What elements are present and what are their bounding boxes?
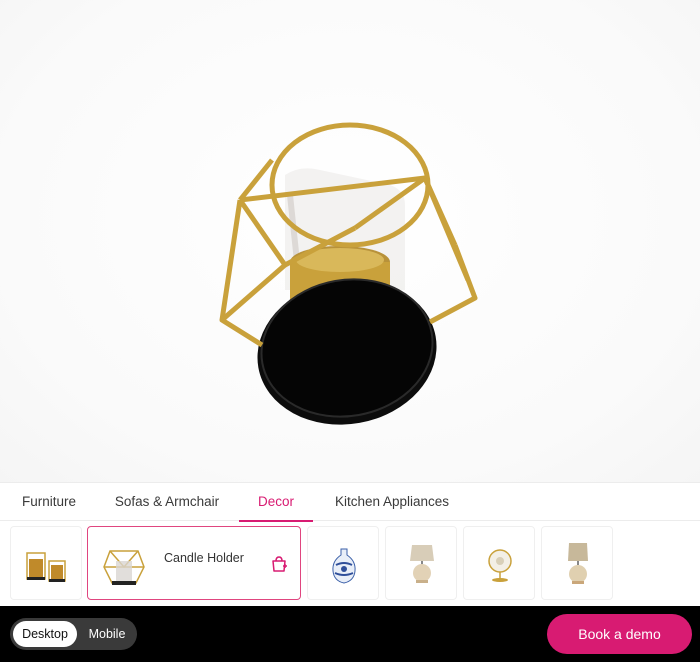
tab-sofas-armchair[interactable]: Sofas & Armchair — [114, 483, 220, 521]
product-card-candle-set[interactable] — [10, 526, 82, 600]
tab-furniture[interactable]: Furniture — [22, 483, 76, 521]
product-list: Candle Holder — [0, 525, 700, 603]
table-lamp-icon — [410, 545, 434, 583]
candle-holder-icon — [103, 550, 145, 585]
tab-decor[interactable]: Decor — [239, 483, 313, 522]
view-mode-toggle: Desktop Mobile — [10, 618, 137, 650]
selected-product-name: Candle Holder — [164, 551, 244, 565]
product-card-lamp[interactable] — [541, 526, 613, 600]
desktop-toggle-option[interactable]: Desktop — [13, 621, 77, 647]
product-card-table-lamp[interactable] — [385, 526, 457, 600]
product-panel: Furniture Sofas & Armchair Decor Kitchen… — [0, 482, 700, 606]
book-demo-button[interactable]: Book a demo — [547, 614, 692, 654]
candle-holder-model — [219, 122, 478, 425]
product-card-vase[interactable] — [307, 526, 379, 600]
globe-icon — [488, 549, 512, 582]
footer-bar: Desktop Mobile Book a demo — [0, 606, 700, 662]
category-tabs: Furniture Sofas & Armchair Decor Kitchen… — [0, 483, 700, 522]
candle-set-icon — [26, 552, 66, 582]
tab-kitchen-appliances[interactable]: Kitchen Appliances — [332, 483, 452, 521]
product-3d-viewer[interactable] — [0, 0, 700, 482]
vase-icon — [332, 548, 356, 584]
lamp-icon — [568, 543, 588, 584]
product-card-globe[interactable] — [463, 526, 535, 600]
product-card-candle-holder[interactable]: Candle Holder — [87, 526, 301, 600]
mobile-toggle-option[interactable]: Mobile — [80, 621, 134, 647]
